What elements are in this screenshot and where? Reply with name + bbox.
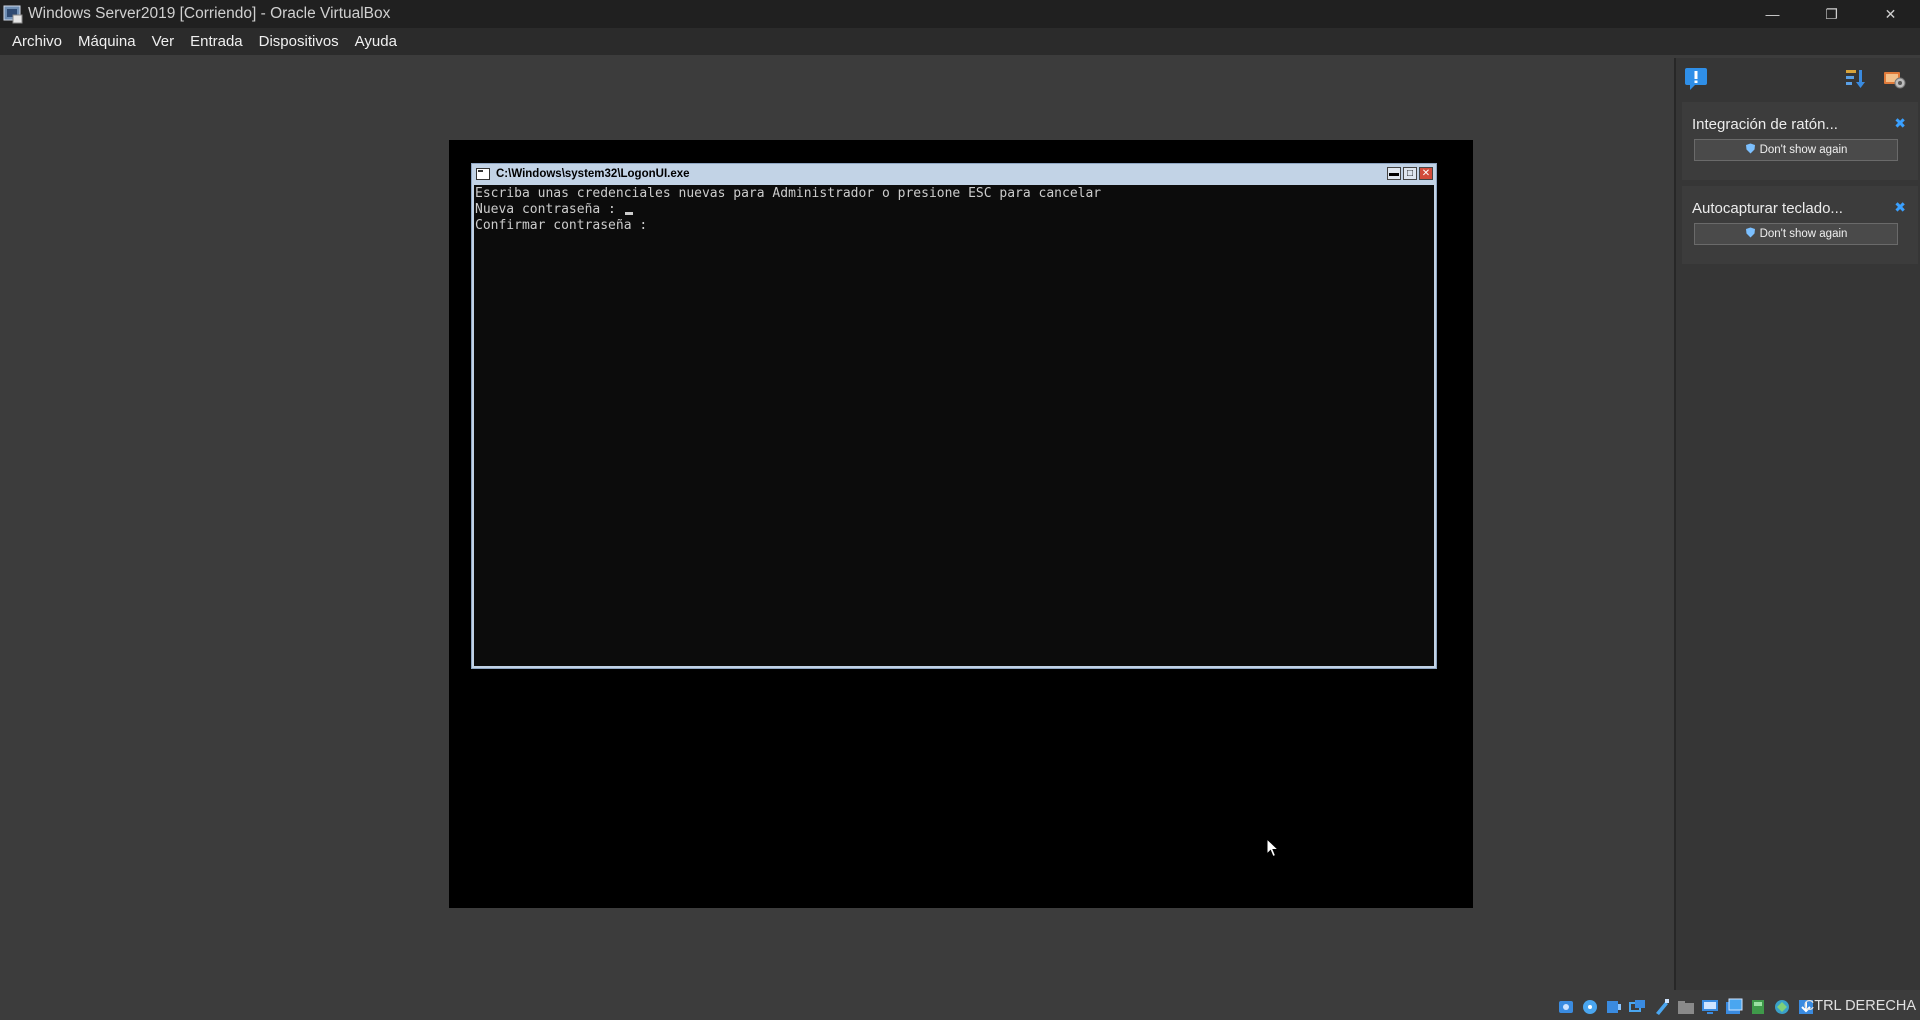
shield-icon [1745,227,1756,241]
new-password-label: Nueva contraseña : [475,202,624,217]
display-icon[interactable] [1700,997,1720,1017]
console-minimize-button[interactable]: ▬ [1387,167,1401,180]
logonui-console-window[interactable]: C:\Windows\system32\LogonUI.exe ▬ □ ✕ Es… [471,163,1437,669]
message-icon[interactable] [1684,67,1708,91]
console-line-confirm-password[interactable]: Confirmar contraseña : [475,218,1433,234]
restore-button[interactable]: ❐ [1802,0,1861,28]
status-bar: CTRL DERECHA [0,990,1920,1020]
menu-ayuda[interactable]: Ayuda [347,28,405,55]
network-icon[interactable] [1628,997,1648,1017]
notification-text: Autocapturar teclado... [1692,200,1843,217]
console-close-button[interactable]: ✕ [1419,167,1433,180]
device-indicators [1556,997,1816,1017]
window-controls: — ❐ ✕ [1743,0,1920,28]
notification-text: Integración de ratón... [1692,116,1838,133]
vm-display[interactable]: C:\Windows\system32\LogonUI.exe ▬ □ ✕ Es… [449,140,1473,908]
close-icon[interactable]: ✖ [1894,115,1906,132]
optical-drive-icon[interactable] [1580,997,1600,1017]
notification-center: Integración de ratón... ✖ Don't show aga… [1674,58,1920,990]
host-key-label: CTRL DERECHA [1803,998,1916,1014]
usb-icon[interactable] [1652,997,1672,1017]
video-capture-icon[interactable] [1724,997,1744,1017]
cpu-icon[interactable] [1772,997,1792,1017]
menu-maquina[interactable]: Máquina [70,28,144,55]
console-title: C:\Windows\system32\LogonUI.exe [496,168,690,180]
hard-disk-icon[interactable] [1556,997,1576,1017]
settings-icon[interactable] [1882,67,1906,91]
dont-show-again-button[interactable]: Don't show again [1694,139,1898,161]
console-icon [476,168,490,180]
dont-show-again-button[interactable]: Don't show again [1694,223,1898,245]
window-title: Windows Server2019 [Corriendo] - Oracle … [28,5,391,22]
mouse-pointer-icon [1266,837,1280,863]
dont-show-again-label: Don't show again [1759,228,1848,240]
console-body[interactable]: Escriba unas credenciales nuevas para Ad… [474,185,1434,666]
dont-show-again-label: Don't show again [1759,144,1848,156]
text-cursor [624,212,633,215]
menu-entrada[interactable]: Entrada [182,28,251,55]
console-line-new-password[interactable]: Nueva contraseña : [475,202,1433,218]
menu-dispositivos[interactable]: Dispositivos [251,28,347,55]
notification-toolbar [1676,58,1920,100]
console-line-prompt: Escriba unas credenciales nuevas para Ad… [475,186,1102,201]
console-controls: ▬ □ ✕ [1387,167,1433,180]
console-title-bar[interactable]: C:\Windows\system32\LogonUI.exe ▬ □ ✕ [472,164,1436,184]
menu-bar: Archivo Máquina Ver Entrada Dispositivos… [0,28,1920,55]
audio-icon[interactable] [1604,997,1624,1017]
recording-icon[interactable] [1748,997,1768,1017]
console-maximize-button[interactable]: □ [1403,167,1417,180]
notification-mouse-integration: Integración de ratón... ✖ Don't show aga… [1682,102,1918,180]
shared-folders-icon[interactable] [1676,997,1696,1017]
title-bar: Windows Server2019 [Corriendo] - Oracle … [0,0,1920,28]
menu-ver[interactable]: Ver [144,28,183,55]
close-button[interactable]: ✕ [1861,0,1920,28]
minimize-button[interactable]: — [1743,0,1802,28]
notification-keyboard-autocapture: Autocapturar teclado... ✖ Don't show aga… [1682,186,1918,264]
close-icon[interactable]: ✖ [1894,199,1906,216]
menu-archivo[interactable]: Archivo [4,28,70,55]
sort-icon[interactable] [1844,67,1868,91]
virtualbox-icon [2,3,24,25]
shield-icon [1745,143,1756,157]
